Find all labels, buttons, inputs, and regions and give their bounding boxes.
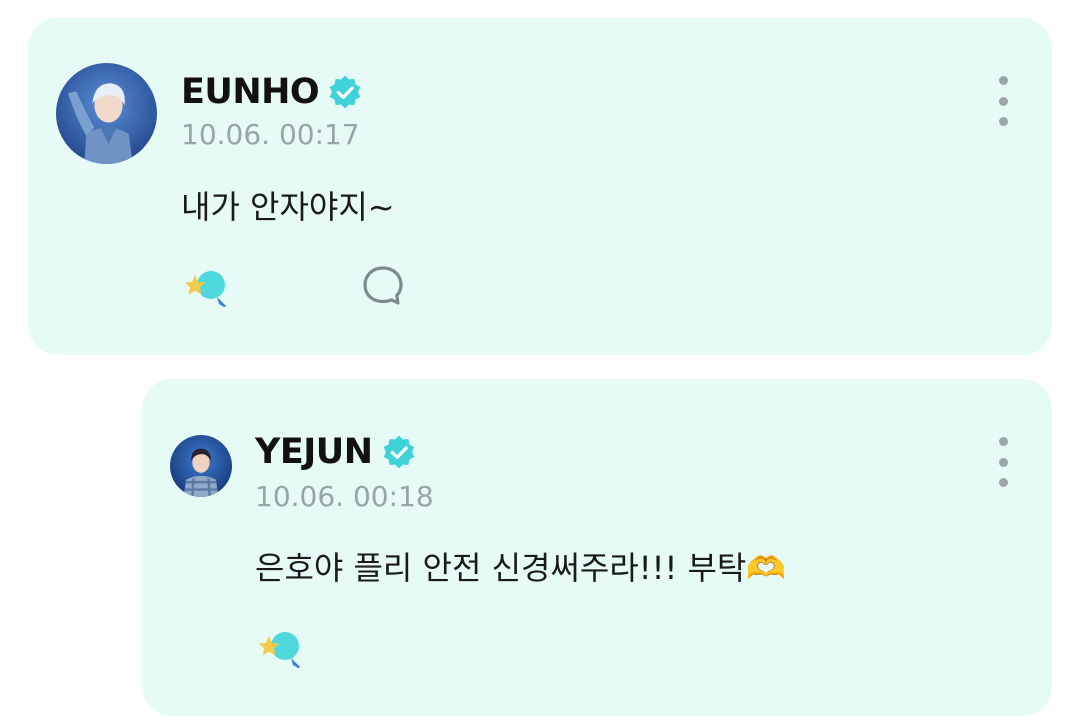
- star-lightstick-icon[interactable]: [255, 627, 305, 669]
- post-card: EUNHO 10.06. 00:17 내가 안자야지~: [28, 18, 1052, 355]
- reply-author[interactable]: YEJUN: [255, 430, 417, 474]
- post-timestamp: 10.06. 00:17: [181, 118, 360, 151]
- reply-message: 은호야 플리 안전 신경써주라!!! 부탁🫶: [255, 549, 787, 587]
- more-options-icon[interactable]: [991, 437, 1015, 487]
- star-lightstick-icon[interactable]: [181, 266, 231, 308]
- comment-bubble-icon[interactable]: [361, 264, 405, 308]
- post-author[interactable]: EUNHO: [181, 70, 363, 114]
- reply-timestamp: 10.06. 00:18: [255, 480, 434, 513]
- verified-badge-icon: [327, 74, 363, 110]
- yejun-avatar[interactable]: [170, 435, 232, 497]
- post-author-name: EUNHO: [181, 72, 320, 112]
- reply-card: YEJUN 10.06. 00:18 은호야 플리 안전 신경써주라!!! 부탁…: [142, 379, 1052, 716]
- post-message: 내가 안자야지~: [181, 188, 395, 226]
- reply-author-name: YEJUN: [255, 432, 373, 472]
- more-options-icon[interactable]: [991, 76, 1015, 126]
- eunho-avatar[interactable]: [56, 63, 157, 164]
- verified-badge-icon: [381, 434, 417, 470]
